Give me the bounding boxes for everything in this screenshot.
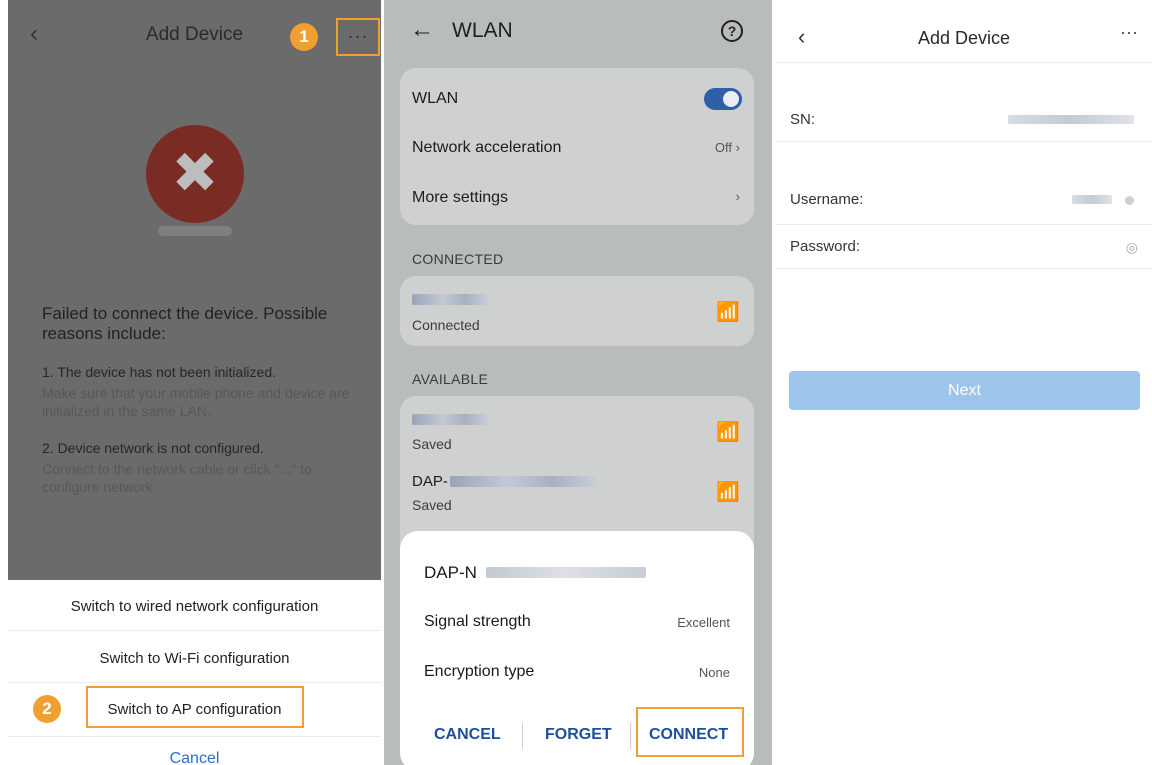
wlan-toggle[interactable] bbox=[704, 88, 742, 110]
page-title: Add Device bbox=[145, 24, 244, 45]
chevron-right-icon: › bbox=[735, 140, 740, 155]
blurred-ssid bbox=[412, 414, 488, 425]
reason-detail-2: Connect to the network cable or click ".… bbox=[42, 461, 312, 495]
config-action-sheet: Switch to wired network configuration Sw… bbox=[8, 580, 381, 765]
available-section-header: AVAILABLE bbox=[412, 371, 489, 387]
connected-network-row[interactable]: Connected 📶 bbox=[400, 276, 754, 346]
network-acceleration-label[interactable]: Network acceleration bbox=[412, 139, 561, 157]
forget-button[interactable]: FORGET bbox=[545, 726, 612, 744]
error-icon: ✖ bbox=[146, 125, 244, 223]
divider bbox=[776, 224, 1152, 225]
error-icon-shadow bbox=[158, 226, 232, 236]
page-title: Add Device bbox=[917, 28, 1011, 48]
ap-config-option[interactable]: Switch to AP configuration bbox=[8, 701, 381, 718]
add-device-form-screen: ‹ Add Device ··· SN: Username: Password:… bbox=[776, 0, 1152, 765]
header: ‹ Add Device 1 ··· bbox=[8, 0, 381, 68]
signal-strength-value: Excellent bbox=[677, 615, 730, 630]
username-label: Username: bbox=[790, 191, 864, 208]
divider bbox=[776, 141, 1152, 142]
cancel-button[interactable]: Cancel bbox=[8, 750, 381, 765]
connected-section-header: CONNECTED bbox=[412, 251, 504, 267]
signal-strength-label: Signal strength bbox=[424, 613, 531, 630]
blurred-ssid bbox=[450, 476, 596, 487]
divider bbox=[522, 723, 523, 749]
wlan-settings-card: WLAN Network acceleration Off › More set… bbox=[400, 68, 754, 225]
network-acceleration-status: Off bbox=[714, 140, 733, 155]
wifi-icon[interactable]: 📶 bbox=[716, 420, 740, 444]
page-title: WLAN bbox=[452, 19, 513, 42]
wlan-toggle-label: WLAN bbox=[412, 90, 459, 107]
divider bbox=[776, 268, 1152, 269]
sn-value-blurred bbox=[1008, 115, 1134, 124]
sn-label: SN: bbox=[790, 111, 816, 128]
chevron-right-icon: › bbox=[735, 189, 740, 204]
add-device-error-screen: ‹ Add Device 1 ··· ✖ Failed to connect t… bbox=[8, 0, 381, 765]
connected-status: Connected bbox=[412, 317, 480, 333]
password-label: Password: bbox=[790, 238, 861, 255]
close-icon: ✖ bbox=[171, 141, 219, 204]
connect-button[interactable]: CONNECT bbox=[649, 726, 728, 744]
blurred-ssid bbox=[486, 567, 646, 578]
wired-config-option[interactable]: Switch to wired network configuration bbox=[8, 598, 381, 615]
divider bbox=[630, 723, 631, 749]
arrow-left-icon[interactable]: ← bbox=[410, 16, 434, 44]
more-menu-button[interactable]: ··· bbox=[336, 18, 380, 56]
divider bbox=[8, 682, 381, 683]
wifi-icon[interactable]: 📶 bbox=[716, 480, 740, 504]
encryption-type-value: None bbox=[698, 665, 730, 680]
dialog-ssid: DAP-N bbox=[424, 563, 477, 582]
wlan-settings-screen: ← WLAN ? WLAN Network acceleration Off ›… bbox=[384, 0, 772, 765]
divider bbox=[776, 62, 1152, 63]
reason-detail-1: Make sure that your mobile phone and dev… bbox=[42, 385, 350, 419]
wifi-config-option[interactable]: Switch to Wi-Fi configuration bbox=[8, 650, 381, 667]
username-field[interactable] bbox=[1072, 195, 1112, 204]
more-menu-button[interactable]: ··· bbox=[1120, 22, 1138, 43]
more-settings-label[interactable]: More settings bbox=[412, 189, 508, 207]
network-details-dialog: DAP-N Signal strength Excellent Encrypti… bbox=[400, 531, 754, 765]
reason-heading-1: 1. The device has not been initialized. bbox=[42, 364, 277, 380]
network-acceleration-value[interactable]: Off › bbox=[715, 140, 740, 155]
blurred-ssid bbox=[412, 294, 488, 305]
question-circle-icon[interactable]: ? bbox=[721, 20, 743, 42]
divider bbox=[8, 736, 381, 737]
clear-icon[interactable] bbox=[1125, 196, 1134, 205]
step-badge-1: 1 bbox=[290, 23, 318, 51]
encryption-type-label: Encryption type bbox=[424, 663, 535, 680]
next-button[interactable]: Next bbox=[789, 371, 1140, 410]
error-message: Failed to connect the device. Possible r… bbox=[42, 304, 328, 343]
wifi-lock-icon: 📶 bbox=[716, 302, 740, 323]
eye-off-icon[interactable]: ◎ bbox=[1126, 239, 1138, 256]
cancel-button[interactable]: CANCEL bbox=[434, 726, 501, 744]
divider bbox=[8, 630, 381, 631]
network-status: Saved bbox=[412, 497, 452, 513]
reason-heading-2: 2. Device network is not configured. bbox=[42, 440, 264, 456]
network-status: Saved bbox=[412, 436, 452, 452]
network-ssid[interactable]: DAP- bbox=[412, 473, 448, 490]
